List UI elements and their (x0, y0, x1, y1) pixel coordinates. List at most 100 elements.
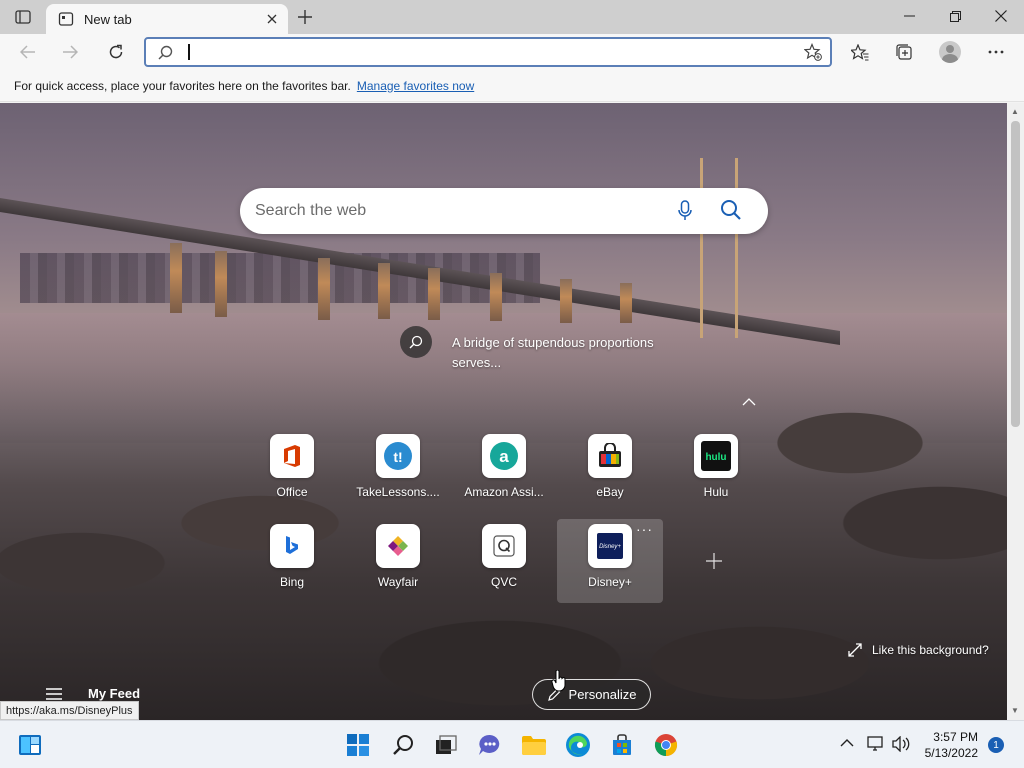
teams-chat-icon (479, 734, 500, 755)
add-favorite-icon[interactable] (804, 43, 822, 61)
chevron-up-icon (840, 739, 854, 747)
quick-link-label: Bing (279, 575, 305, 589)
quick-link-wayfair[interactable]: Wayfair (348, 516, 448, 596)
microphone-icon[interactable] (678, 200, 692, 222)
file-explorer-button[interactable] (520, 731, 548, 759)
collapse-quick-links-button[interactable] (742, 395, 756, 409)
quick-link-ebay[interactable]: eBay (560, 426, 660, 506)
close-window-button[interactable] (978, 0, 1024, 32)
tab-close-button[interactable] (260, 7, 284, 31)
avatar (939, 41, 961, 63)
forward-button[interactable] (56, 38, 84, 66)
svg-text:hulu: hulu (705, 452, 726, 463)
refresh-icon (109, 44, 123, 59)
image-search-button[interactable] (400, 326, 432, 358)
my-feed-button[interactable]: My Feed (46, 686, 140, 701)
web-search-box[interactable] (240, 188, 768, 234)
network-icon (867, 736, 883, 751)
quick-link-amazon-assistant[interactable]: a Amazon Assi... (454, 426, 554, 506)
personalize-button[interactable]: Personalize (532, 679, 651, 710)
profile-button[interactable] (936, 38, 964, 66)
bridge-pillar (490, 273, 502, 321)
add-quick-link-button[interactable] (700, 547, 728, 575)
back-button[interactable] (14, 38, 42, 66)
back-arrow-icon (20, 45, 35, 59)
bridge-pillar (170, 243, 182, 313)
chrome-icon (654, 734, 678, 757)
image-caption[interactable]: A bridge of stupendous proportions serve… (452, 333, 692, 373)
collections-button[interactable] (890, 38, 918, 66)
quick-link-takelessons[interactable]: t! TakeLessons.... (348, 426, 448, 506)
network-button[interactable] (866, 736, 884, 755)
favorites-bar: For quick access, place your favorites h… (0, 70, 1024, 102)
amazon-assistant-icon: a (482, 434, 526, 478)
store-button[interactable] (608, 731, 636, 759)
tab-new-tab[interactable]: New tab (46, 4, 288, 34)
like-background-button[interactable]: Like this background? (848, 643, 989, 657)
quick-link-hulu[interactable]: hulu Hulu (666, 426, 766, 506)
disney-plus-icon: Disney+ (588, 524, 632, 568)
minimize-button[interactable] (886, 0, 932, 32)
tab-actions-icon (15, 10, 31, 24)
scroll-down-arrow-icon[interactable]: ▼ (1011, 706, 1019, 715)
edge-taskbar-button[interactable] (564, 731, 592, 759)
new-tab-button[interactable] (292, 5, 318, 29)
show-hidden-icons-button[interactable] (840, 735, 854, 750)
tab-title: New tab (84, 11, 132, 27)
expand-icon (848, 643, 862, 657)
close-icon (995, 10, 1007, 22)
manage-favorites-link[interactable]: Manage favorites now (357, 79, 474, 93)
quick-link-disney-plus[interactable]: Disney+ Disney+ ··· (557, 519, 663, 603)
task-view-icon (436, 735, 457, 754)
favorites-button[interactable] (846, 38, 874, 66)
svg-text:Disney+: Disney+ (599, 544, 621, 550)
search-icon (393, 735, 413, 755)
address-bar[interactable] (144, 37, 832, 67)
address-input[interactable] (192, 42, 752, 62)
taskbar-search-button[interactable] (389, 731, 417, 759)
scrollbar[interactable]: ▲ ▼ (1007, 103, 1024, 720)
minimize-icon (903, 15, 915, 17)
toolbar (0, 34, 1024, 70)
collections-icon (896, 44, 912, 60)
clock[interactable]: 3:57 PM 5/13/2022 (916, 729, 978, 761)
tab-actions-button[interactable] (10, 7, 36, 27)
settings-more-button[interactable] (982, 38, 1010, 66)
quick-link-more-button[interactable]: ··· (636, 521, 653, 537)
quick-link-label: TakeLessons.... (356, 485, 440, 499)
forward-arrow-icon (63, 45, 78, 59)
volume-icon (892, 735, 910, 753)
restore-button[interactable] (932, 0, 978, 32)
qvc-icon (482, 524, 526, 568)
volume-button[interactable] (892, 735, 910, 755)
widgets-button[interactable] (16, 731, 44, 759)
quick-link-label: Disney+ (588, 575, 632, 589)
bridge-pillar (318, 258, 330, 320)
hamburger-menu-icon (46, 687, 62, 700)
my-feed-label: My Feed (88, 686, 141, 701)
search-icon (158, 45, 173, 60)
scrollbar-thumb[interactable] (1011, 121, 1020, 427)
chat-button[interactable] (476, 731, 504, 759)
notification-badge[interactable]: 1 (988, 737, 1004, 753)
quick-link-office[interactable]: Office (242, 426, 342, 506)
chrome-button[interactable] (652, 731, 680, 759)
edge-icon (566, 733, 590, 757)
ebay-icon (588, 434, 632, 478)
bing-icon (270, 524, 314, 568)
start-button[interactable] (344, 731, 372, 759)
quick-link-qvc[interactable]: QVC (454, 516, 554, 596)
image-info[interactable]: A bridge of stupendous proportions serve… (400, 326, 692, 373)
scroll-up-arrow-icon[interactable]: ▲ (1011, 107, 1019, 116)
refresh-button[interactable] (102, 38, 130, 66)
quick-link-label: Office (276, 485, 308, 499)
quick-link-bing[interactable]: Bing (242, 516, 342, 596)
more-icon (988, 50, 1004, 54)
hulu-icon: hulu (694, 434, 738, 478)
task-view-button[interactable] (432, 731, 460, 759)
search-icon[interactable] (720, 199, 742, 221)
quick-link-label: Amazon Assi... (464, 485, 544, 499)
web-search-input[interactable] (255, 200, 655, 222)
clock-time: 3:57 PM (933, 730, 978, 744)
plus-icon (298, 10, 312, 24)
